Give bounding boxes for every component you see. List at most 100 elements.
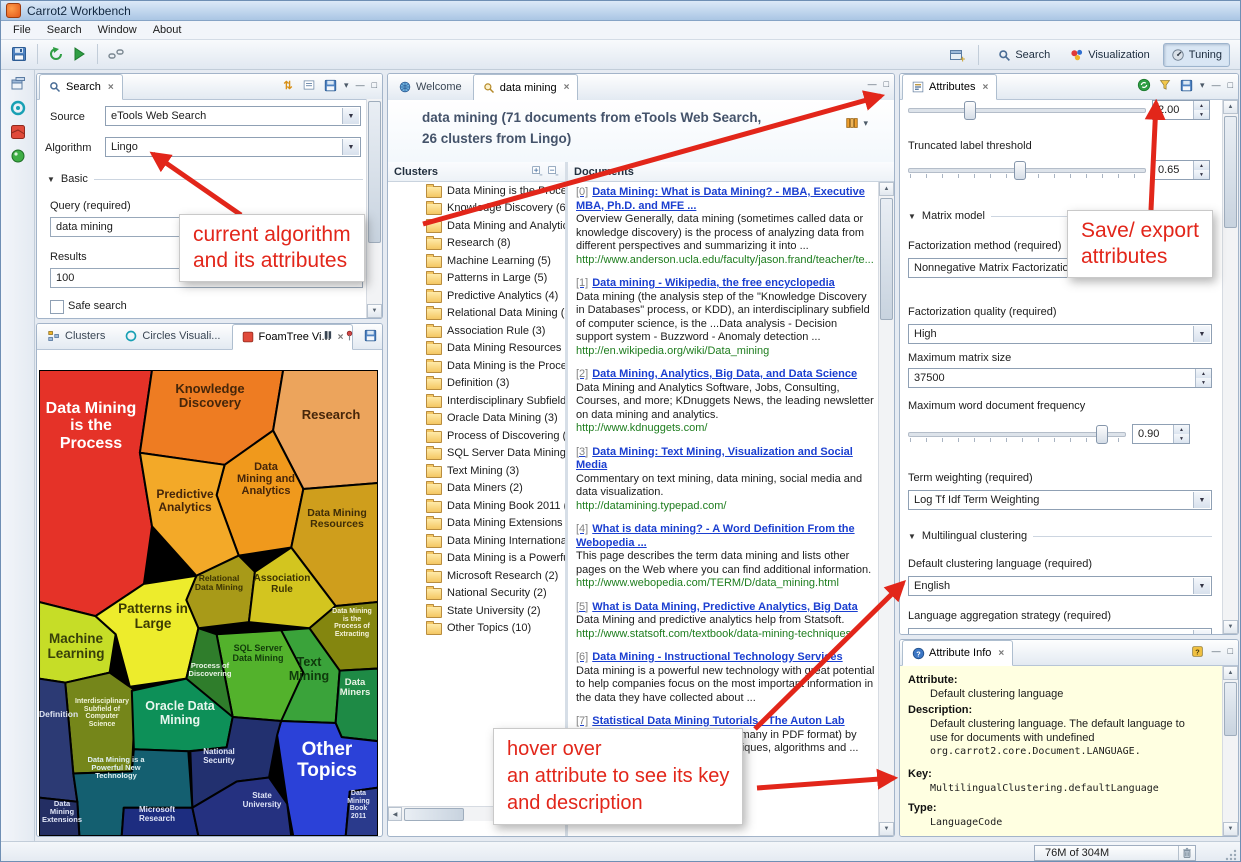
save-icon[interactable] — [9, 44, 29, 64]
document-url[interactable]: http://www.kdnuggets.com/ — [576, 422, 875, 436]
spinner-arrows-icon[interactable]: ▲▼ — [1173, 425, 1189, 443]
foamtree-cell[interactable] — [65, 673, 136, 774]
spinner-arrows-icon[interactable]: ▲▼ — [1193, 101, 1209, 119]
foamtree-cell[interactable] — [336, 669, 378, 742]
cluster-tree-item[interactable]: Patterns in Large (5) — [388, 270, 565, 288]
scrollbar-vertical[interactable]: ▲ ▼ — [1222, 666, 1238, 836]
document-link[interactable]: [2]Data Mining, Analytics, Big Data, and… — [576, 368, 875, 382]
document-link[interactable]: [3]Data Mining: Text Mining, Visualizati… — [576, 446, 875, 473]
close-icon[interactable]: × — [982, 82, 988, 93]
max-matrix-size-spinner[interactable]: 37500 ▲▼ — [908, 368, 1212, 388]
cluster-tree-item[interactable]: Knowledge Discovery (6) — [388, 200, 565, 218]
tab-attribute-info[interactable]: ? Attribute Info × — [902, 640, 1013, 666]
max-word-doc-freq-slider[interactable] — [908, 424, 1126, 444]
aduna-view-icon[interactable] — [8, 146, 28, 166]
cluster-tree-item[interactable]: Data Mining is a Powerful New Technology… — [388, 550, 565, 568]
resize-grip[interactable] — [1224, 848, 1237, 861]
unlink-icon[interactable] — [106, 44, 126, 64]
live-update-icon[interactable] — [1137, 78, 1151, 92]
cluster-tree-item[interactable]: Machine Learning (5) — [388, 252, 565, 270]
cluster-tree-item[interactable]: State University (2) — [388, 602, 565, 620]
term-weighting-combo[interactable]: Log Tf Idf Term Weighting ▼ — [908, 490, 1212, 510]
multilingual-section[interactable]: ▼ Multilingual clustering — [908, 530, 1212, 542]
default-language-combo[interactable]: English ▼ — [908, 576, 1212, 596]
perspective-tuning-button[interactable]: Tuning — [1163, 43, 1230, 67]
foamtree-cell[interactable] — [122, 808, 199, 836]
show-attributes-icon[interactable] — [302, 78, 316, 92]
document-link[interactable]: [5]What is Data Mining, Predictive Analy… — [576, 601, 875, 615]
scroll-down-icon[interactable]: ▼ — [367, 304, 382, 318]
minimize-icon[interactable]: — — [356, 80, 365, 90]
cluster-tree-item[interactable]: Data Mining is the Process (7) — [388, 182, 565, 200]
maximize-icon[interactable]: □ — [372, 80, 377, 90]
foamtree-cell[interactable] — [346, 788, 378, 836]
circles-view-icon[interactable] — [8, 98, 28, 118]
tab-data-mining[interactable]: data mining × — [473, 74, 579, 101]
spinner-arrows-icon[interactable]: ▲▼ — [1195, 369, 1211, 387]
cluster-tree-item[interactable]: Other Topics (10) — [388, 620, 565, 638]
cluster-tree[interactable]: Data Mining is the Process (7) Knowledge… — [388, 182, 565, 804]
algorithm-combo[interactable]: Lingo ▼ — [105, 137, 361, 157]
document-link[interactable]: [0]Data Mining: What is Data Mining? - M… — [576, 186, 875, 213]
run-icon[interactable] — [69, 44, 89, 64]
cluster-tree-item[interactable]: SQL Server Data Mining (3) — [388, 445, 565, 463]
scrollbar-vertical[interactable]: ▲ ▼ — [878, 182, 894, 836]
perspective-search-button[interactable]: Search — [990, 44, 1057, 66]
document-url[interactable]: http://www.webopedia.com/TERM/D/data_min… — [576, 577, 875, 591]
tab-attributes[interactable]: Attributes × — [902, 74, 997, 100]
perspective-visualization-button[interactable]: Visualization — [1063, 44, 1157, 66]
save-icon[interactable] — [363, 328, 377, 342]
foamtree-view-icon[interactable] — [8, 122, 28, 142]
cluster-tree-item[interactable]: Definition (3) — [388, 375, 565, 393]
save-icon[interactable] — [323, 78, 337, 92]
truncated-threshold-slider[interactable] — [908, 160, 1146, 180]
cluster-tree-item[interactable]: Text Mining (3) — [388, 462, 565, 480]
tab-welcome[interactable]: Welcome — [390, 74, 470, 99]
cluster-tree-item[interactable]: Data Mining and Analytics (6) — [388, 217, 565, 235]
cluster-tree-item[interactable]: Data Mining Extensions (2) — [388, 515, 565, 533]
maximize-icon[interactable]: □ — [884, 79, 889, 89]
view-menu-icon[interactable]: ▾ — [1200, 80, 1205, 91]
document-url[interactable]: http://datamining.typepad.com/ — [576, 500, 875, 514]
foamtree-cell[interactable] — [39, 370, 152, 616]
menu-window[interactable]: Window — [90, 22, 145, 38]
scroll-down-icon[interactable]: ▼ — [1223, 822, 1238, 836]
language-aggregation-combo[interactable]: ▼ — [908, 628, 1212, 634]
pause-icon[interactable] — [321, 328, 335, 342]
menu-about[interactable]: About — [145, 22, 190, 38]
scroll-left-icon[interactable]: ◀ — [388, 807, 402, 821]
cluster-tree-item[interactable]: Oracle Data Mining (3) — [388, 410, 565, 428]
top-slider[interactable] — [908, 100, 1146, 120]
source-combo[interactable]: eTools Web Search ▼ — [105, 106, 361, 126]
cluster-tree-item[interactable]: Process of Discovering (3) — [388, 427, 565, 445]
foamtree-canvas[interactable]: Data Mining is the Process Knowledge Dis… — [39, 370, 378, 836]
menu-search[interactable]: Search — [39, 22, 90, 38]
minimize-icon[interactable]: — — [868, 79, 877, 89]
cluster-tree-item[interactable]: Predictive Analytics (4) — [388, 287, 565, 305]
spinner-arrows-icon[interactable]: ▲▼ — [1193, 161, 1209, 179]
truncated-threshold-spinner[interactable]: 0.65 ▲▼ — [1152, 160, 1210, 180]
link-attributes-icon[interactable]: ⇅ — [281, 78, 295, 92]
save-attributes-icon[interactable] — [1179, 78, 1193, 92]
view-menu-icon[interactable]: ▾ — [344, 80, 349, 91]
cluster-tree-item[interactable]: Data Miners (2) — [388, 480, 565, 498]
scroll-up-icon[interactable]: ▲ — [1223, 100, 1238, 114]
tab-clusters-viz[interactable]: Clusters — [39, 324, 113, 348]
scroll-down-icon[interactable]: ▼ — [879, 822, 894, 836]
cluster-tree-item[interactable]: Data Mining Book 2011 (2) — [388, 497, 565, 515]
cluster-tree-item[interactable]: Data Mining Resources (3) — [388, 340, 565, 358]
factorization-quality-combo[interactable]: High ▼ — [908, 324, 1212, 344]
collapse-all-icon[interactable] — [547, 166, 559, 178]
chevron-down-icon[interactable]: ▾ — [863, 118, 868, 129]
cluster-tree-item[interactable]: Interdisciplinary Subfield of Computer S… — [388, 392, 565, 410]
cluster-tree-item[interactable]: Data Mining International (2) — [388, 532, 565, 550]
expand-all-icon[interactable] — [531, 166, 543, 178]
document-link[interactable]: [1]Data mining - Wikipedia, the free enc… — [576, 277, 875, 291]
help-book-icon[interactable]: ? — [1191, 644, 1205, 658]
document-link[interactable]: [6]Data Mining - Instructional Technolog… — [576, 651, 875, 665]
minimize-icon[interactable]: — — [1212, 80, 1221, 90]
scroll-down-icon[interactable]: ▼ — [1223, 620, 1238, 634]
pin-icon[interactable] — [342, 328, 356, 342]
document-link[interactable]: [7]Statistical Data Mining Tutorials - T… — [576, 715, 875, 729]
top-spinner[interactable]: 2.00 ▲▼ — [1152, 100, 1210, 120]
